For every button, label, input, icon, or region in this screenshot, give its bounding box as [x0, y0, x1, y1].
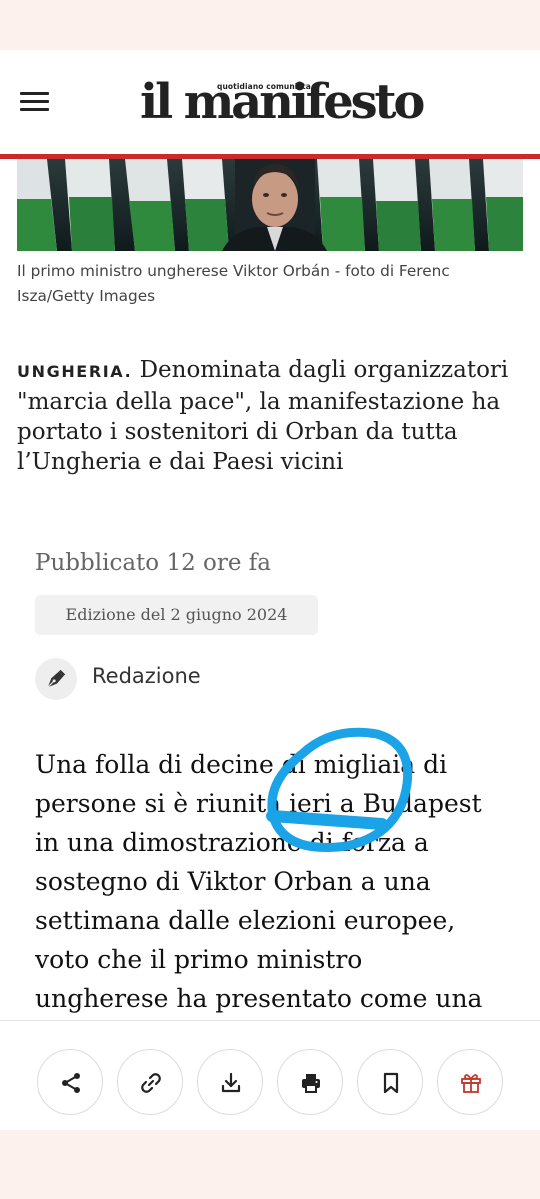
share-icon [62, 1073, 80, 1093]
gift-button[interactable] [437, 1049, 503, 1115]
hamburger-menu-icon[interactable] [20, 90, 50, 114]
article-action-toolbar [0, 1020, 540, 1130]
link-icon [141, 1073, 161, 1093]
article-summary: UNGHERIA. Denominata dagli organizzatori… [17, 355, 522, 477]
pen-nib-icon [35, 658, 77, 700]
article-body: Una folla di decine di migliaia di perso… [35, 745, 515, 1018]
body-line: settimana dalle elezioni europee, [35, 906, 456, 935]
body-line: persone si è riunita ieri a Budapest [35, 789, 482, 818]
print-button[interactable] [277, 1049, 343, 1115]
article-tag[interactable]: UNGHERIA. [17, 362, 132, 381]
body-line: sostegno di Viktor Orban a una [35, 867, 431, 896]
site-logo[interactable]: il manifesto quotidiano comunista [140, 72, 425, 132]
bookmark-button[interactable] [357, 1049, 423, 1115]
download-button[interactable] [197, 1049, 263, 1115]
copy-link-button[interactable] [117, 1049, 183, 1115]
download-icon [221, 1072, 241, 1093]
print-icon [302, 1074, 320, 1093]
article-photo [17, 159, 523, 251]
published-time: Pubblicato 12 ore fa [35, 550, 272, 576]
author-name[interactable]: Redazione [92, 664, 201, 688]
article-page: il manifesto quotidiano comunista Il pri… [0, 50, 540, 1130]
photo-caption: Il primo ministro ungherese Viktor Orbán… [17, 262, 450, 305]
body-line: ungherese ha presentato come una [35, 984, 483, 1013]
body-line: in una dimostrazione di forza a [35, 828, 429, 857]
status-bar-area [0, 0, 540, 50]
edition-badge[interactable]: Edizione del 2 giugno 2024 [35, 595, 318, 635]
bookmark-icon [383, 1072, 399, 1094]
share-button[interactable] [37, 1049, 103, 1115]
body-line: Una folla di decine di migliaia di [35, 750, 448, 779]
body-line: voto che il primo ministro [35, 945, 363, 974]
navigation-bar-area [0, 1130, 540, 1199]
site-header: il manifesto quotidiano comunista [0, 50, 540, 154]
gift-icon [461, 1074, 481, 1093]
logo-tagline: quotidiano comunista [217, 82, 311, 91]
